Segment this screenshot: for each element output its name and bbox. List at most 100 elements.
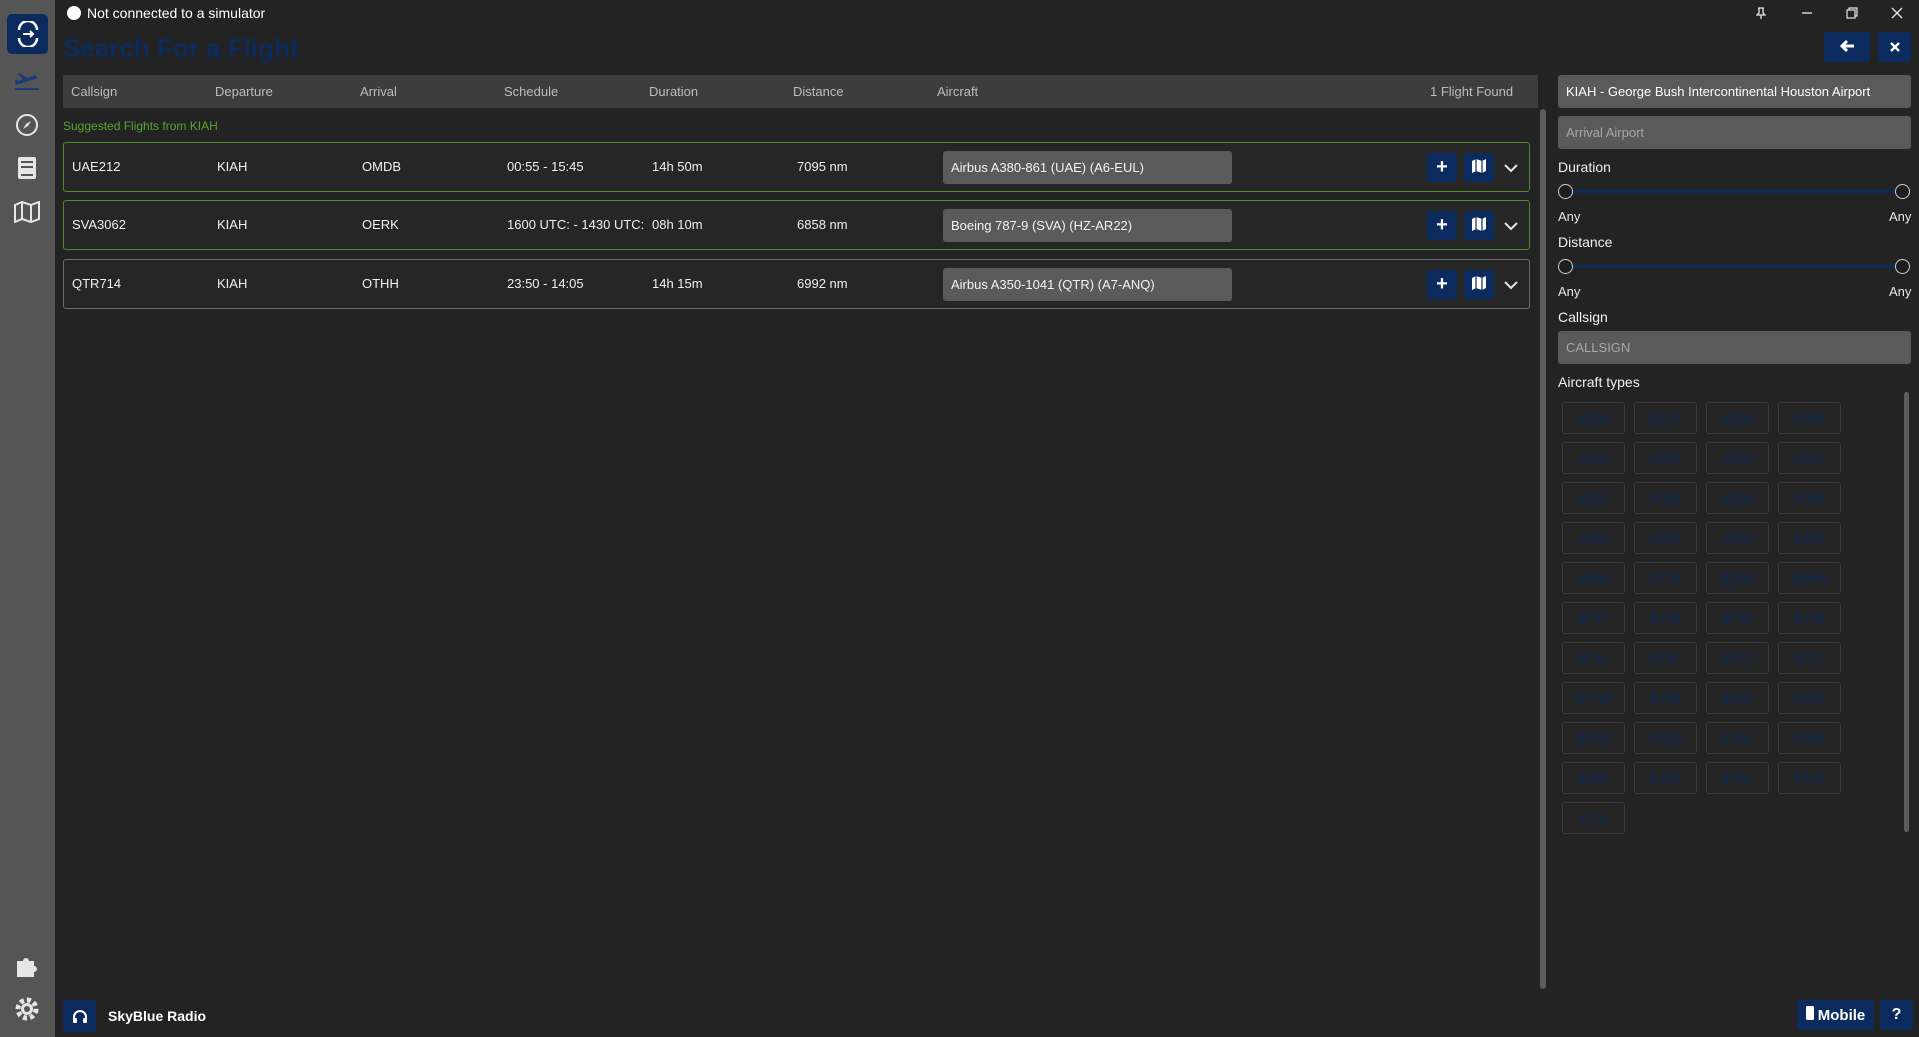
- back-button[interactable]: [1824, 32, 1870, 62]
- column-header-distance[interactable]: Distance: [793, 84, 844, 99]
- suggested-flights-label: Suggested Flights from KIAH: [63, 119, 218, 133]
- map-icon: [1471, 156, 1487, 179]
- aircraft-type-toggle[interactable]: E75L: [1706, 762, 1769, 794]
- results-scrollbar[interactable]: [1540, 109, 1546, 989]
- aircraft-type-toggle[interactable]: B78X: [1778, 682, 1841, 714]
- aircraft-type-toggle[interactable]: A333: [1634, 482, 1697, 514]
- aircraft-type-toggle[interactable]: B38M: [1706, 562, 1769, 594]
- flight-departure-icon[interactable]: [12, 66, 42, 96]
- column-header-schedule[interactable]: Schedule: [504, 84, 558, 99]
- aircraft-type-toggle[interactable]: F100: [1778, 762, 1841, 794]
- view-map-button[interactable]: [1464, 153, 1494, 182]
- aircraft-type-toggle[interactable]: E290: [1778, 722, 1841, 754]
- help-button[interactable]: ?: [1880, 1000, 1913, 1030]
- aircraft-select[interactable]: Airbus A380-861 (UAE) (A6-EUL): [943, 151, 1232, 184]
- flight-row[interactable]: UAE212 KIAH OMDB 00:55 - 15:45 14h 50m 7…: [63, 142, 1530, 192]
- aircraft-type-toggle[interactable]: A339: [1778, 482, 1841, 514]
- aircraft-type-toggle[interactable]: B77L: [1778, 642, 1841, 674]
- aircraft-type-toggle[interactable]: E195: [1706, 722, 1769, 754]
- arrival-airport-field[interactable]: Arrival Airport: [1558, 116, 1911, 149]
- mobile-button[interactable]: Mobile: [1797, 1000, 1874, 1030]
- aircraft-type-toggle[interactable]: A310: [1562, 442, 1625, 474]
- aircraft-type-toggle[interactable]: E350: [1634, 762, 1697, 794]
- column-header-aircraft[interactable]: Aircraft: [937, 84, 978, 99]
- aircraft-type-toggle[interactable]: AT76: [1634, 562, 1697, 594]
- aircraft-select[interactable]: Airbus A350-1041 (QTR) (A7-ANQ): [943, 268, 1232, 301]
- arrival: OMDB: [362, 159, 401, 174]
- distance-slider-track[interactable]: [1566, 265, 1903, 268]
- radio-player[interactable]: SkyBlue Radio: [63, 1000, 206, 1032]
- flight-row[interactable]: QTR714 KIAH OTHH 23:50 - 14:05 14h 15m 6…: [63, 259, 1530, 309]
- flight-row[interactable]: SVA3062 KIAH OERK 1600 UTC: - 1430 UTC: …: [63, 200, 1530, 250]
- pin-window-icon[interactable]: [1746, 3, 1776, 23]
- close-search-button[interactable]: [1878, 32, 1911, 62]
- expand-row-chevron-down-icon[interactable]: [1500, 215, 1522, 237]
- aircraft-type-toggle[interactable]: B77W: [1562, 682, 1625, 714]
- headphones-icon[interactable]: [63, 1000, 96, 1032]
- restore-window-icon[interactable]: [1837, 3, 1867, 23]
- aircraft-type-toggle[interactable]: B74F: [1634, 642, 1697, 674]
- logbook-icon[interactable]: [12, 153, 42, 183]
- view-map-button[interactable]: [1464, 211, 1494, 240]
- plus-icon: +: [1436, 214, 1448, 236]
- close-window-icon[interactable]: [1882, 3, 1912, 23]
- distance-max-thumb[interactable]: [1895, 259, 1910, 274]
- aircraft-type-toggle[interactable]: A306: [1706, 402, 1769, 434]
- aircraft-type-toggle[interactable]: B739: [1706, 602, 1769, 634]
- add-flight-button[interactable]: +: [1427, 270, 1457, 299]
- aircraft-type-toggle[interactable]: CRJ9: [1634, 722, 1697, 754]
- aircraft-type-toggle[interactable]: A359: [1706, 522, 1769, 554]
- add-flight-button[interactable]: +: [1427, 211, 1457, 240]
- aircraft-select[interactable]: Boeing 787-9 (SVA) (HZ-AR22): [943, 209, 1232, 242]
- aircraft-type-toggle[interactable]: A21N: [1634, 402, 1697, 434]
- duration-max-thumb[interactable]: [1895, 184, 1910, 199]
- column-header-departure[interactable]: Departure: [215, 84, 273, 99]
- aircraft-type-toggle[interactable]: B737: [1562, 602, 1625, 634]
- aircraft-type-toggle[interactable]: BCS3: [1562, 722, 1625, 754]
- aircraft-type-toggle[interactable]: A20N: [1562, 402, 1625, 434]
- aircraft-type-toggle[interactable]: B744: [1562, 642, 1625, 674]
- aircraft-type-toggle[interactable]: B738: [1634, 602, 1697, 634]
- expand-row-chevron-down-icon[interactable]: [1500, 274, 1522, 296]
- aircraft-type-toggle[interactable]: B789: [1706, 682, 1769, 714]
- aircraft-type-toggle[interactable]: A319: [1634, 442, 1697, 474]
- compass-icon[interactable]: [12, 110, 42, 140]
- departure: KIAH: [217, 159, 248, 174]
- aircraft-type-toggle[interactable]: A346: [1634, 522, 1697, 554]
- app-logo-icon[interactable]: [7, 14, 48, 54]
- aircraft-type-toggle[interactable]: B39M: [1778, 562, 1841, 594]
- callsign-input[interactable]: CALLSIGN: [1558, 331, 1911, 364]
- aircraft-type-toggle[interactable]: E295: [1562, 762, 1625, 794]
- column-header-callsign[interactable]: Callsign: [71, 84, 117, 99]
- aircraft-type-toggle[interactable]: A321: [1778, 442, 1841, 474]
- aircraft-type-toggle[interactable]: B788: [1634, 682, 1697, 714]
- aircraft-types-scrollbar[interactable]: [1904, 392, 1909, 832]
- column-header-duration[interactable]: Duration: [649, 84, 698, 99]
- duration-slider-track[interactable]: [1566, 190, 1903, 193]
- aircraft-types-label: Aircraft types: [1558, 374, 1640, 390]
- aircraft-type-toggle[interactable]: A388: [1562, 562, 1625, 594]
- aircraft-type-toggle[interactable]: A338: [1706, 482, 1769, 514]
- addons-puzzle-icon[interactable]: [12, 951, 42, 981]
- map-icon[interactable]: [12, 197, 42, 227]
- departure-airport-field[interactable]: KIAH - George Bush Intercontinental Hous…: [1558, 75, 1911, 108]
- aircraft-type-toggle[interactable]: B748: [1778, 602, 1841, 634]
- column-header-arrival[interactable]: Arrival: [360, 84, 397, 99]
- aircraft-type-toggle[interactable]: A332: [1562, 482, 1625, 514]
- expand-row-chevron-down-icon[interactable]: [1500, 157, 1522, 179]
- aircraft-type-toggle[interactable]: A320: [1706, 442, 1769, 474]
- view-map-button[interactable]: [1464, 270, 1494, 299]
- settings-gear-icon[interactable]: [12, 994, 42, 1024]
- aircraft-type-toggle[interactable]: A30B: [1778, 402, 1841, 434]
- distance-min-thumb[interactable]: [1558, 259, 1573, 274]
- duration: 14h 50m: [652, 159, 703, 174]
- aircraft-type-toggle[interactable]: B772: [1706, 642, 1769, 674]
- aircraft-type-toggle[interactable]: IL76: [1562, 802, 1625, 834]
- aircraft-type-toggle[interactable]: A35K: [1778, 522, 1841, 554]
- aircraft-type-toggle[interactable]: A342: [1562, 522, 1625, 554]
- duration-min-thumb[interactable]: [1558, 184, 1573, 199]
- minimize-window-icon[interactable]: [1792, 3, 1822, 23]
- add-flight-button[interactable]: +: [1427, 153, 1457, 182]
- distance-min-value: Any: [1558, 284, 1581, 299]
- connection-status-text: Not connected to a simulator: [87, 5, 266, 21]
